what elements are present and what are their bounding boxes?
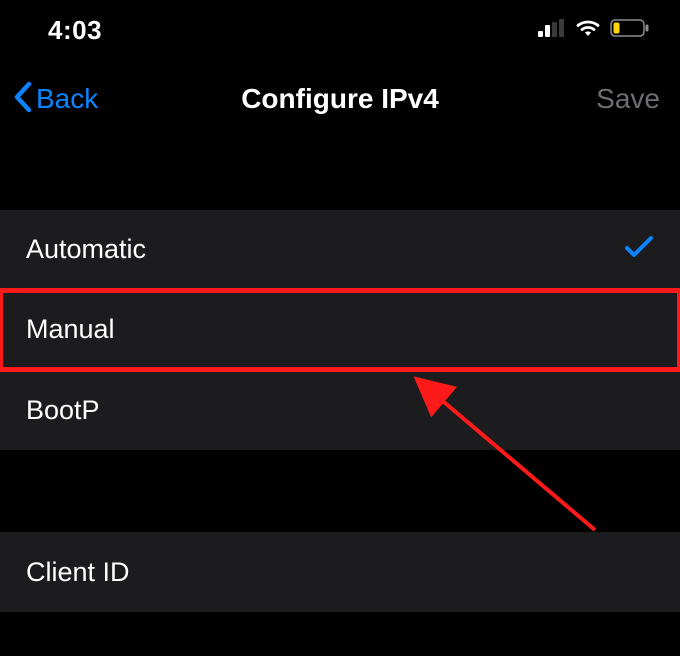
section-spacer (0, 450, 680, 532)
nav-bar: Back Configure IPv4 Save (0, 60, 680, 138)
ipv4-mode-list: Automatic Manual BootP (0, 210, 680, 450)
battery-icon (610, 19, 650, 42)
save-button[interactable]: Save (596, 83, 660, 115)
status-bar: 4:03 (0, 0, 680, 60)
option-label: Manual (26, 314, 115, 345)
status-right (538, 18, 650, 43)
wifi-icon (574, 18, 602, 43)
field-client-id[interactable]: Client ID (0, 532, 680, 612)
section-spacer (0, 138, 680, 210)
option-bootp[interactable]: BootP (0, 370, 680, 450)
back-label: Back (36, 83, 98, 115)
status-time: 4:03 (48, 15, 102, 46)
option-manual[interactable]: Manual (0, 290, 680, 370)
back-button[interactable]: Back (12, 80, 98, 119)
option-automatic[interactable]: Automatic (0, 210, 680, 290)
option-label: BootP (26, 395, 100, 426)
chevron-left-icon (12, 80, 34, 119)
client-id-section: Client ID (0, 532, 680, 612)
option-label: Automatic (26, 234, 146, 265)
cellular-icon (538, 19, 566, 42)
checkmark-icon (624, 234, 654, 265)
page-title: Configure IPv4 (241, 83, 439, 115)
field-label: Client ID (26, 557, 130, 588)
